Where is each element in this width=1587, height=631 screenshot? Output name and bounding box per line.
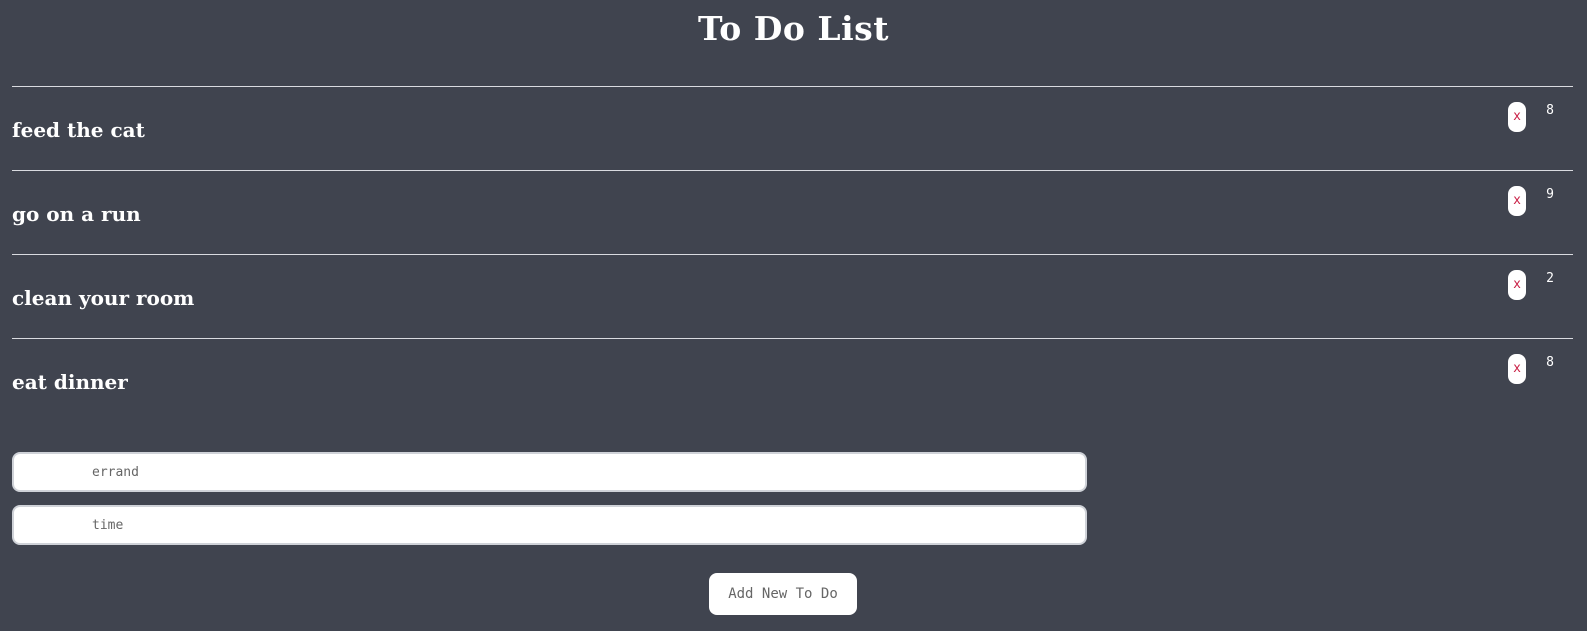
page-title: To Do List — [698, 9, 889, 48]
todo-time: 8 — [1546, 103, 1554, 118]
errand-input[interactable] — [12, 452, 1087, 492]
todo-time: 8 — [1546, 355, 1554, 370]
delete-button[interactable]: x — [1508, 270, 1526, 300]
time-input[interactable] — [12, 505, 1087, 545]
todo-text: go on a run — [12, 202, 141, 226]
delete-button[interactable]: x — [1508, 354, 1526, 384]
todo-text: clean your room — [12, 286, 195, 310]
list-item: feed the cat x 8 — [12, 86, 1573, 170]
delete-button[interactable]: x — [1508, 102, 1526, 132]
list-item: clean your room x 2 — [12, 254, 1573, 338]
todo-time: 2 — [1546, 271, 1554, 286]
list-item: eat dinner x 8 — [12, 338, 1573, 423]
list-item: go on a run x 9 — [12, 170, 1573, 254]
todo-list: feed the cat x 8 go on a run x 9 clean y… — [12, 86, 1573, 423]
todo-text: feed the cat — [12, 118, 145, 142]
todo-text: eat dinner — [12, 370, 128, 394]
delete-button[interactable]: x — [1508, 186, 1526, 216]
todo-time: 9 — [1546, 187, 1554, 202]
add-todo-button[interactable]: Add New To Do — [709, 573, 857, 615]
